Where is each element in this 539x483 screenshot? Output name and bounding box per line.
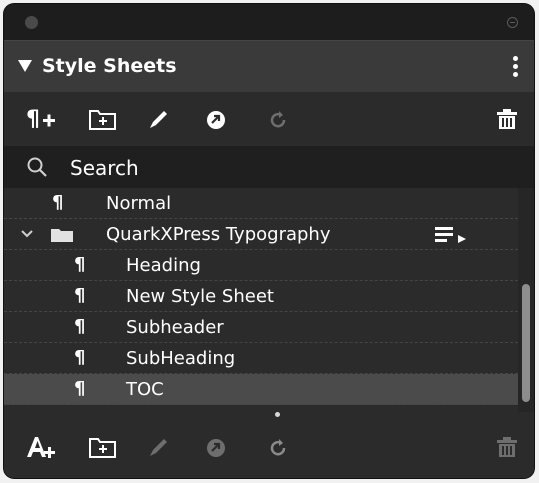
new-group-button[interactable] <box>86 104 120 134</box>
list-item-normal[interactable]: ¶ Normal <box>4 188 518 219</box>
refresh-icon <box>270 439 286 456</box>
paragraph-style-icon: ¶ <box>74 254 86 275</box>
window-titlebar <box>4 4 534 40</box>
edit-pencil-icon <box>150 111 167 128</box>
new-group-icon <box>89 438 116 458</box>
duplicate-button[interactable] <box>200 104 234 134</box>
bottom-toolbar <box>4 418 534 478</box>
edit-button[interactable] <box>142 104 176 134</box>
duplicate-button[interactable] <box>200 432 234 462</box>
paragraph-style-icon: ¶ <box>74 347 86 368</box>
list-item-label: SubHeading <box>126 348 236 369</box>
new-paragraph-style-icon: ¶ <box>26 107 55 132</box>
list-item-label: QuarkXPress Typography <box>106 224 331 245</box>
search-icon <box>26 156 50 180</box>
list-item-label: Normal <box>106 193 172 214</box>
list-item-label: Subheader <box>126 317 224 338</box>
new-character-style-button[interactable] <box>24 432 58 462</box>
collapse-triangle-icon[interactable] <box>18 60 32 72</box>
list-item-group-quarkxpress-typography[interactable]: QuarkXPress Typography <box>4 219 518 250</box>
folder-icon <box>51 229 73 242</box>
new-character-style-icon <box>27 437 55 458</box>
new-group-icon <box>89 110 116 130</box>
svg-text:¶: ¶ <box>26 107 40 132</box>
top-toolbar: ¶ <box>4 92 534 146</box>
trash-icon <box>497 109 517 129</box>
paragraph-style-icon: ¶ <box>74 316 86 337</box>
chevron-down-icon[interactable] <box>20 229 34 239</box>
panel-title: Style Sheets <box>42 55 177 77</box>
paragraph-style-icon: ¶ <box>74 378 86 399</box>
more-menu-icon[interactable] <box>513 56 518 78</box>
duplicate-icon <box>207 439 225 457</box>
list-item-label: Heading <box>126 255 201 276</box>
minimize-window-icon[interactable] <box>507 17 518 28</box>
list-item-label: TOC <box>126 379 164 400</box>
search-bar <box>4 146 534 190</box>
new-paragraph-style-button[interactable]: ¶ <box>24 104 58 134</box>
list-item-subheader[interactable]: ¶ Subheader <box>4 312 518 343</box>
paragraph-style-icon: ¶ <box>52 192 64 213</box>
refresh-icon <box>270 111 286 128</box>
delete-button[interactable] <box>490 432 524 462</box>
scrollbar-track[interactable] <box>518 188 534 412</box>
paragraph-style-icon: ¶ <box>74 285 86 306</box>
duplicate-icon <box>207 111 225 129</box>
list-item-heading[interactable]: ¶ Heading <box>4 250 518 281</box>
delete-button[interactable] <box>490 104 524 134</box>
scrollbar-thumb[interactable] <box>522 284 530 402</box>
edit-button[interactable] <box>142 432 176 462</box>
refresh-button[interactable] <box>262 432 296 462</box>
list-item-subheading[interactable]: ¶ SubHeading <box>4 343 518 374</box>
list-item-label: New Style Sheet <box>126 286 274 307</box>
list-item-toc[interactable]: ¶ TOC <box>4 374 518 405</box>
panel-header[interactable]: Style Sheets <box>4 40 534 94</box>
refresh-button[interactable] <box>262 104 296 134</box>
search-input[interactable] <box>64 152 496 184</box>
edit-pencil-icon <box>150 439 167 456</box>
list-item-new-style-sheet[interactable]: ¶ New Style Sheet <box>4 281 518 312</box>
trash-icon <box>497 437 517 457</box>
style-sheets-panel: Style Sheets ¶ Search ¶ Normal QuarkXPre… <box>4 4 534 478</box>
new-group-button[interactable] <box>86 432 120 462</box>
style-sheet-list: ¶ Normal QuarkXPress Typography ¶ Headin… <box>4 188 518 412</box>
close-window-icon[interactable] <box>25 16 38 29</box>
apply-style-icon[interactable] <box>434 226 470 244</box>
resize-handle[interactable] <box>275 412 280 417</box>
